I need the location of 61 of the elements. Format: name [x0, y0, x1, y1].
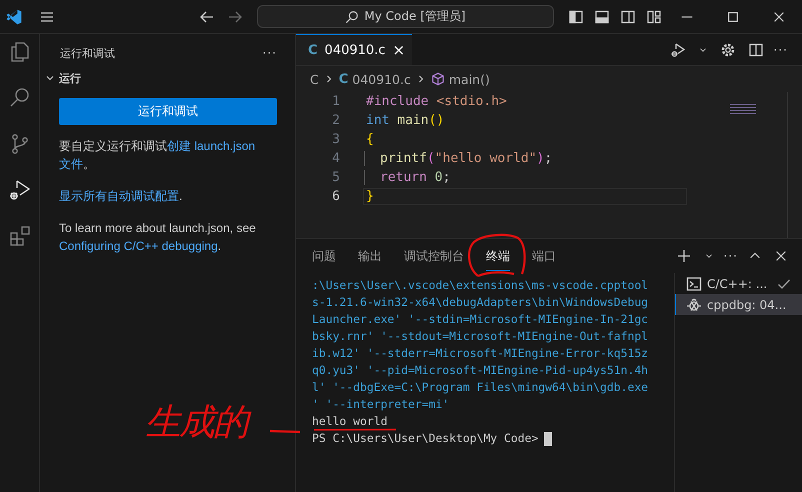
run-debug-icon[interactable] [8, 178, 32, 202]
app-logo-icon [5, 8, 23, 26]
more-button[interactable]: ··· [724, 249, 738, 263]
search-icon [345, 10, 360, 24]
terminal-line: :\Users\User\.vscode\extensions\ms-vscode.cpptool [312, 278, 648, 292]
terminal-line: ' '--interpreter=mi' [312, 397, 450, 411]
terminal-line: PS C:\Users\User\Desktop\My Code> [312, 431, 552, 445]
line-number: 1 [331, 94, 341, 109]
line-number: 2 [331, 113, 341, 128]
run-debug-button[interactable]: 运行和调试 [59, 98, 277, 125]
text: To learn more about launch.json, see [59, 220, 257, 237]
c-file-icon: C [338, 72, 348, 86]
close-tab-button[interactable]: × [392, 41, 406, 59]
extensions-icon[interactable] [8, 224, 32, 248]
panel-tab[interactable]: 端口 [532, 242, 556, 270]
terminal-line: bsky.rnr' '--stdout=Microsoft-MIEngine-Out-fafnpl [312, 329, 648, 343]
terminal-session[interactable]: C/C++: ... [675, 273, 802, 294]
code-line: int main() [365, 113, 446, 128]
link[interactable]: 显示所有自动调试配置 [59, 187, 179, 205]
line-number: 3 [331, 132, 341, 147]
code-line: } [364, 189, 686, 204]
panel-tab[interactable]: 调试控制台 [404, 242, 464, 270]
more-button[interactable]: ··· [262, 46, 277, 60]
line-number: 5 [331, 170, 341, 185]
code-line: return 0; [364, 170, 700, 185]
text: . [179, 188, 182, 205]
section-header[interactable]: 运行 [59, 70, 81, 86]
panel-tab[interactable]: 问题 [312, 242, 336, 270]
panel-tab[interactable]: 输出 [358, 242, 382, 270]
c-file-icon: C [308, 42, 318, 58]
terminal-line: s-1.21.6-win32-x64\debugAdapters\bin\WindowsDebug [312, 295, 648, 309]
text-cursor [544, 432, 552, 446]
code-line: #include <stdio.h> [365, 94, 508, 109]
text: 。 [83, 156, 95, 173]
editor-tab[interactable]: C 040910.c × [296, 34, 412, 65]
breadcrumb-item[interactable]: main() [448, 72, 490, 86]
panel-tab[interactable]: 终端 [486, 242, 510, 270]
code-line: printf("hello world"); [364, 151, 700, 166]
link[interactable]: Configuring C/C++ debugging [59, 237, 218, 255]
terminal-icon [686, 276, 702, 292]
hand-drawn-dash [270, 430, 300, 434]
line-number: 4 [331, 151, 341, 166]
terminal-line: ib.w12' '--stderr=Microsoft-MIEngine-Error-kq515z [312, 346, 648, 360]
terminal-line: l' '--dbgExe=C:\Program Files\mingw64\bin\gdb.exe [312, 380, 648, 394]
text: . [218, 238, 222, 255]
breadcrumb-item[interactable]: C [310, 72, 319, 86]
search-field[interactable]: My Code [管理员] [257, 5, 554, 28]
terminal-line: q0.yu3' '--pid=Microsoft-MIEngine-Pid-up4ys51n.4h [312, 363, 648, 377]
terminal-session[interactable]: cppdbg: 04... [675, 294, 802, 315]
more-button[interactable]: ··· [774, 42, 788, 56]
sidebar-title: 运行和调试 [60, 46, 115, 60]
link[interactable]: 创建 launch.json [167, 137, 256, 155]
text: 要自定义运行和调试 [59, 138, 167, 155]
bug-icon [686, 296, 702, 312]
terminal-line: hello world [312, 414, 388, 428]
link[interactable]: 文件 [59, 155, 83, 173]
cube-icon [430, 72, 445, 86]
breadcrumb-item[interactable]: 040910.c [352, 72, 411, 86]
code-line: { [365, 132, 375, 147]
terminal-line: Launcher.exe' '--stdin=Microsoft-MIEngine-In-21gc [312, 312, 648, 326]
line-number: 6 [331, 189, 341, 204]
